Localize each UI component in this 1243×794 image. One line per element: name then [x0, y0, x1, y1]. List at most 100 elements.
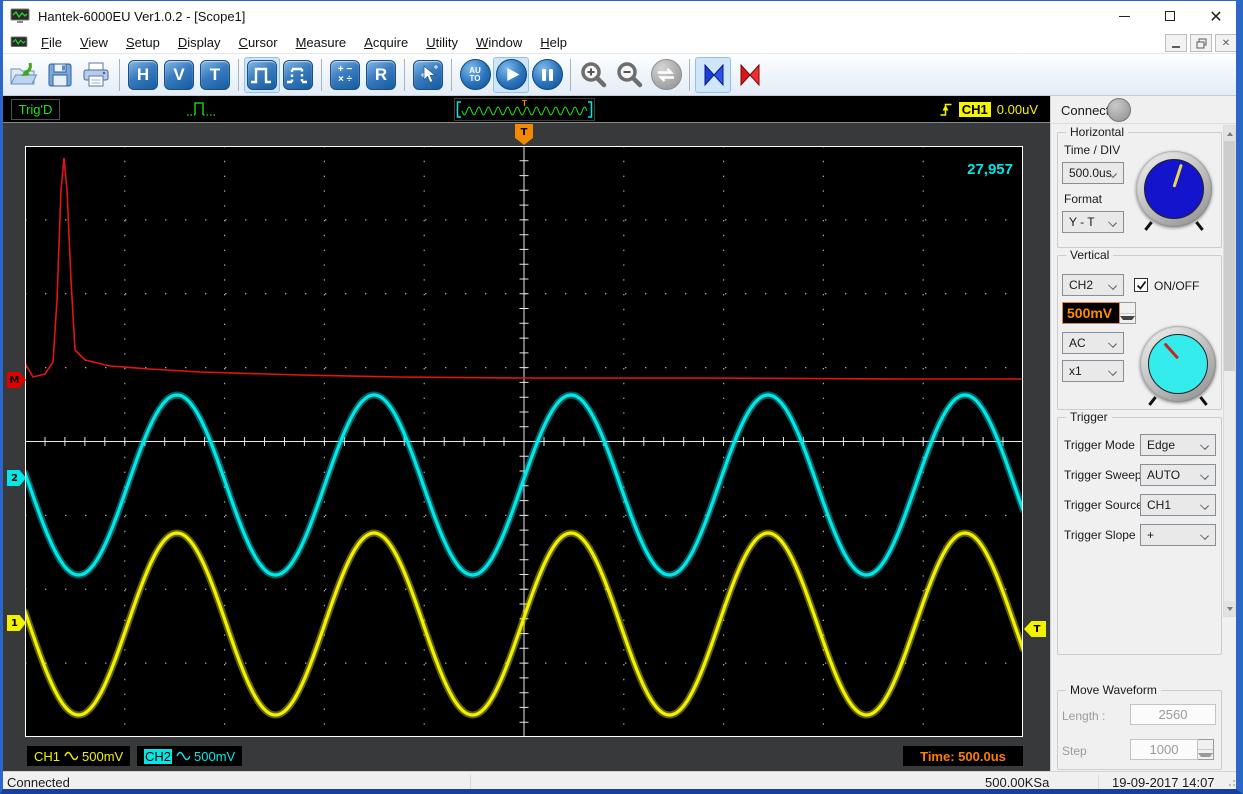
pause-button[interactable]	[529, 57, 565, 93]
channel-select[interactable]: CH2	[1062, 274, 1124, 296]
mdi-restore-button[interactable]	[1190, 34, 1212, 52]
open-button[interactable]	[6, 57, 42, 93]
step-label: Step	[1062, 744, 1087, 758]
chevron-down-icon	[1108, 339, 1117, 348]
status-bar: Connected 500.00KSa 19-09-2017 14:07	[0, 771, 1243, 794]
onoff-label: ON/OFF	[1154, 279, 1200, 293]
coupling-select[interactable]: AC	[1062, 332, 1124, 354]
printer-icon	[83, 62, 109, 86]
trigger-row-label: Trigger Mode	[1064, 438, 1135, 452]
trigger-setup-button[interactable]: T	[197, 57, 233, 93]
trigger-row-label: Trigger Slope	[1064, 528, 1136, 542]
status-date: 19-09-2017	[1112, 775, 1179, 790]
ch1-zero-marker[interactable]: 1	[7, 615, 26, 631]
zoom-out-button[interactable]	[612, 57, 648, 93]
menu-help[interactable]: Help	[531, 32, 576, 53]
vertical-position-knob[interactable]	[1140, 326, 1216, 406]
menu-utility[interactable]: Utility	[417, 32, 467, 53]
horizontal-position-knob[interactable]	[1136, 151, 1212, 231]
time-div-select[interactable]: 500.0us	[1062, 162, 1124, 184]
trigger-row-label: Trigger Source	[1064, 498, 1143, 512]
menu-window[interactable]: Window	[467, 32, 531, 53]
app-logo-icon	[10, 8, 30, 23]
chevron-down-icon	[1108, 218, 1117, 227]
move-waveform-group-title: Move Waveform	[1066, 683, 1161, 697]
menu-view[interactable]: View	[71, 32, 117, 53]
save-button[interactable]	[42, 57, 78, 93]
pulse-dashed-button[interactable]	[280, 57, 316, 93]
zoom-in-button[interactable]	[576, 57, 612, 93]
save-floppy-icon	[48, 63, 72, 86]
channel-onoff-checkbox[interactable]	[1134, 278, 1148, 292]
horizontal-position-marker[interactable]: T	[515, 124, 533, 145]
volts-div-value: 500mV	[1062, 302, 1120, 324]
mdi-close-button[interactable]: ✕	[1215, 34, 1237, 52]
chevron-down-icon	[1200, 471, 1209, 480]
merge-red-button[interactable]	[731, 57, 767, 93]
minimize-button[interactable]	[1101, 0, 1147, 32]
length-input: 2560	[1130, 704, 1216, 725]
move-waveform-group: Move Waveform Length : 2560 Step 1000	[1057, 683, 1222, 770]
pulse-button[interactable]	[244, 56, 280, 93]
play-icon	[506, 67, 519, 82]
math-channel-marker[interactable]: M	[7, 372, 26, 388]
v-letter-icon: V	[164, 59, 194, 90]
preview-trigger-marker: T	[522, 99, 527, 108]
menu-display[interactable]: Display	[169, 32, 230, 53]
probe-select[interactable]: x1	[1062, 360, 1124, 382]
cursor-arrow-icon	[421, 64, 438, 83]
step-spinner	[1198, 739, 1214, 760]
connect-led-indicator	[1107, 98, 1131, 122]
auto-icon: AU TO	[469, 65, 481, 83]
math-operators-icon: + − × ÷	[337, 63, 353, 85]
run-button[interactable]	[493, 56, 529, 93]
ch1-scale-label: CH1 500mV	[27, 746, 131, 766]
application-window: Hantek-6000EU Ver1.0.2 - [Scope1] ✕ File…	[0, 0, 1243, 794]
format-select[interactable]: Y - T	[1062, 211, 1124, 233]
trigger-sweep-select[interactable]: AUTO	[1140, 464, 1216, 486]
length-label: Length :	[1062, 709, 1106, 723]
reference-button[interactable]: R	[363, 57, 399, 93]
t-letter-icon: T	[200, 59, 230, 90]
trigger-group: Trigger Trigger Mode Edge Trigger Sweep AUT…	[1057, 410, 1222, 655]
resize-grip[interactable]	[1227, 780, 1235, 788]
ch2-zero-marker[interactable]: 2	[7, 470, 26, 486]
math-button[interactable]: + − × ÷	[327, 57, 363, 93]
check-icon	[1136, 280, 1146, 290]
horizontal-group: Horizontal Time / DIV 500.0us Format Y -…	[1057, 125, 1222, 248]
print-button[interactable]	[78, 57, 114, 93]
connect-label: Connect:	[1061, 103, 1114, 118]
maximize-button[interactable]	[1147, 0, 1193, 32]
volts-div-spinner[interactable]: 500mV	[1062, 302, 1136, 324]
menu-cursor[interactable]: Cursor	[230, 32, 287, 53]
menu-acquire[interactable]: Acquire	[355, 32, 417, 53]
connection-status: Connected	[7, 775, 70, 790]
trigger-row-label: Trigger Sweep	[1064, 468, 1142, 482]
menu-measure[interactable]: Measure	[287, 32, 356, 53]
trigger-level-marker[interactable]: T	[1024, 621, 1046, 637]
trigger-level-value: 0.00uV	[996, 102, 1038, 117]
panel-scrollbar[interactable]	[1223, 125, 1236, 617]
mdi-minimize-button[interactable]	[1165, 34, 1187, 52]
pause-icon	[541, 68, 553, 81]
open-folder-icon	[10, 62, 38, 84]
vertical-setup-button[interactable]: V	[161, 57, 197, 93]
cursor-measure-button[interactable]	[410, 57, 446, 93]
time-div-label: Time / DIV	[1064, 143, 1121, 157]
trigger-slope-select[interactable]: +	[1140, 524, 1216, 546]
scope-display: 27,957	[25, 146, 1023, 737]
horizontal-setup-button[interactable]: H	[125, 57, 161, 93]
menu-setup[interactable]: Setup	[117, 32, 169, 53]
trigger-status-badge: Trig'D	[11, 99, 60, 120]
trigger-mode-select[interactable]: Edge	[1140, 434, 1216, 456]
autoset-button[interactable]: AU TO	[457, 57, 493, 93]
rising-edge-icon	[940, 103, 952, 116]
waveform-preview[interactable]: T	[454, 98, 595, 121]
trigger-source-select[interactable]: CH1	[1140, 494, 1216, 516]
close-button[interactable]: ✕	[1193, 0, 1239, 32]
status-time: 14:07	[1182, 775, 1215, 790]
menu-file[interactable]: File	[32, 32, 71, 53]
blue-bowtie-icon	[704, 63, 724, 86]
merge-blue-button[interactable]	[695, 56, 731, 93]
scroll-down-icon	[1224, 601, 1235, 616]
